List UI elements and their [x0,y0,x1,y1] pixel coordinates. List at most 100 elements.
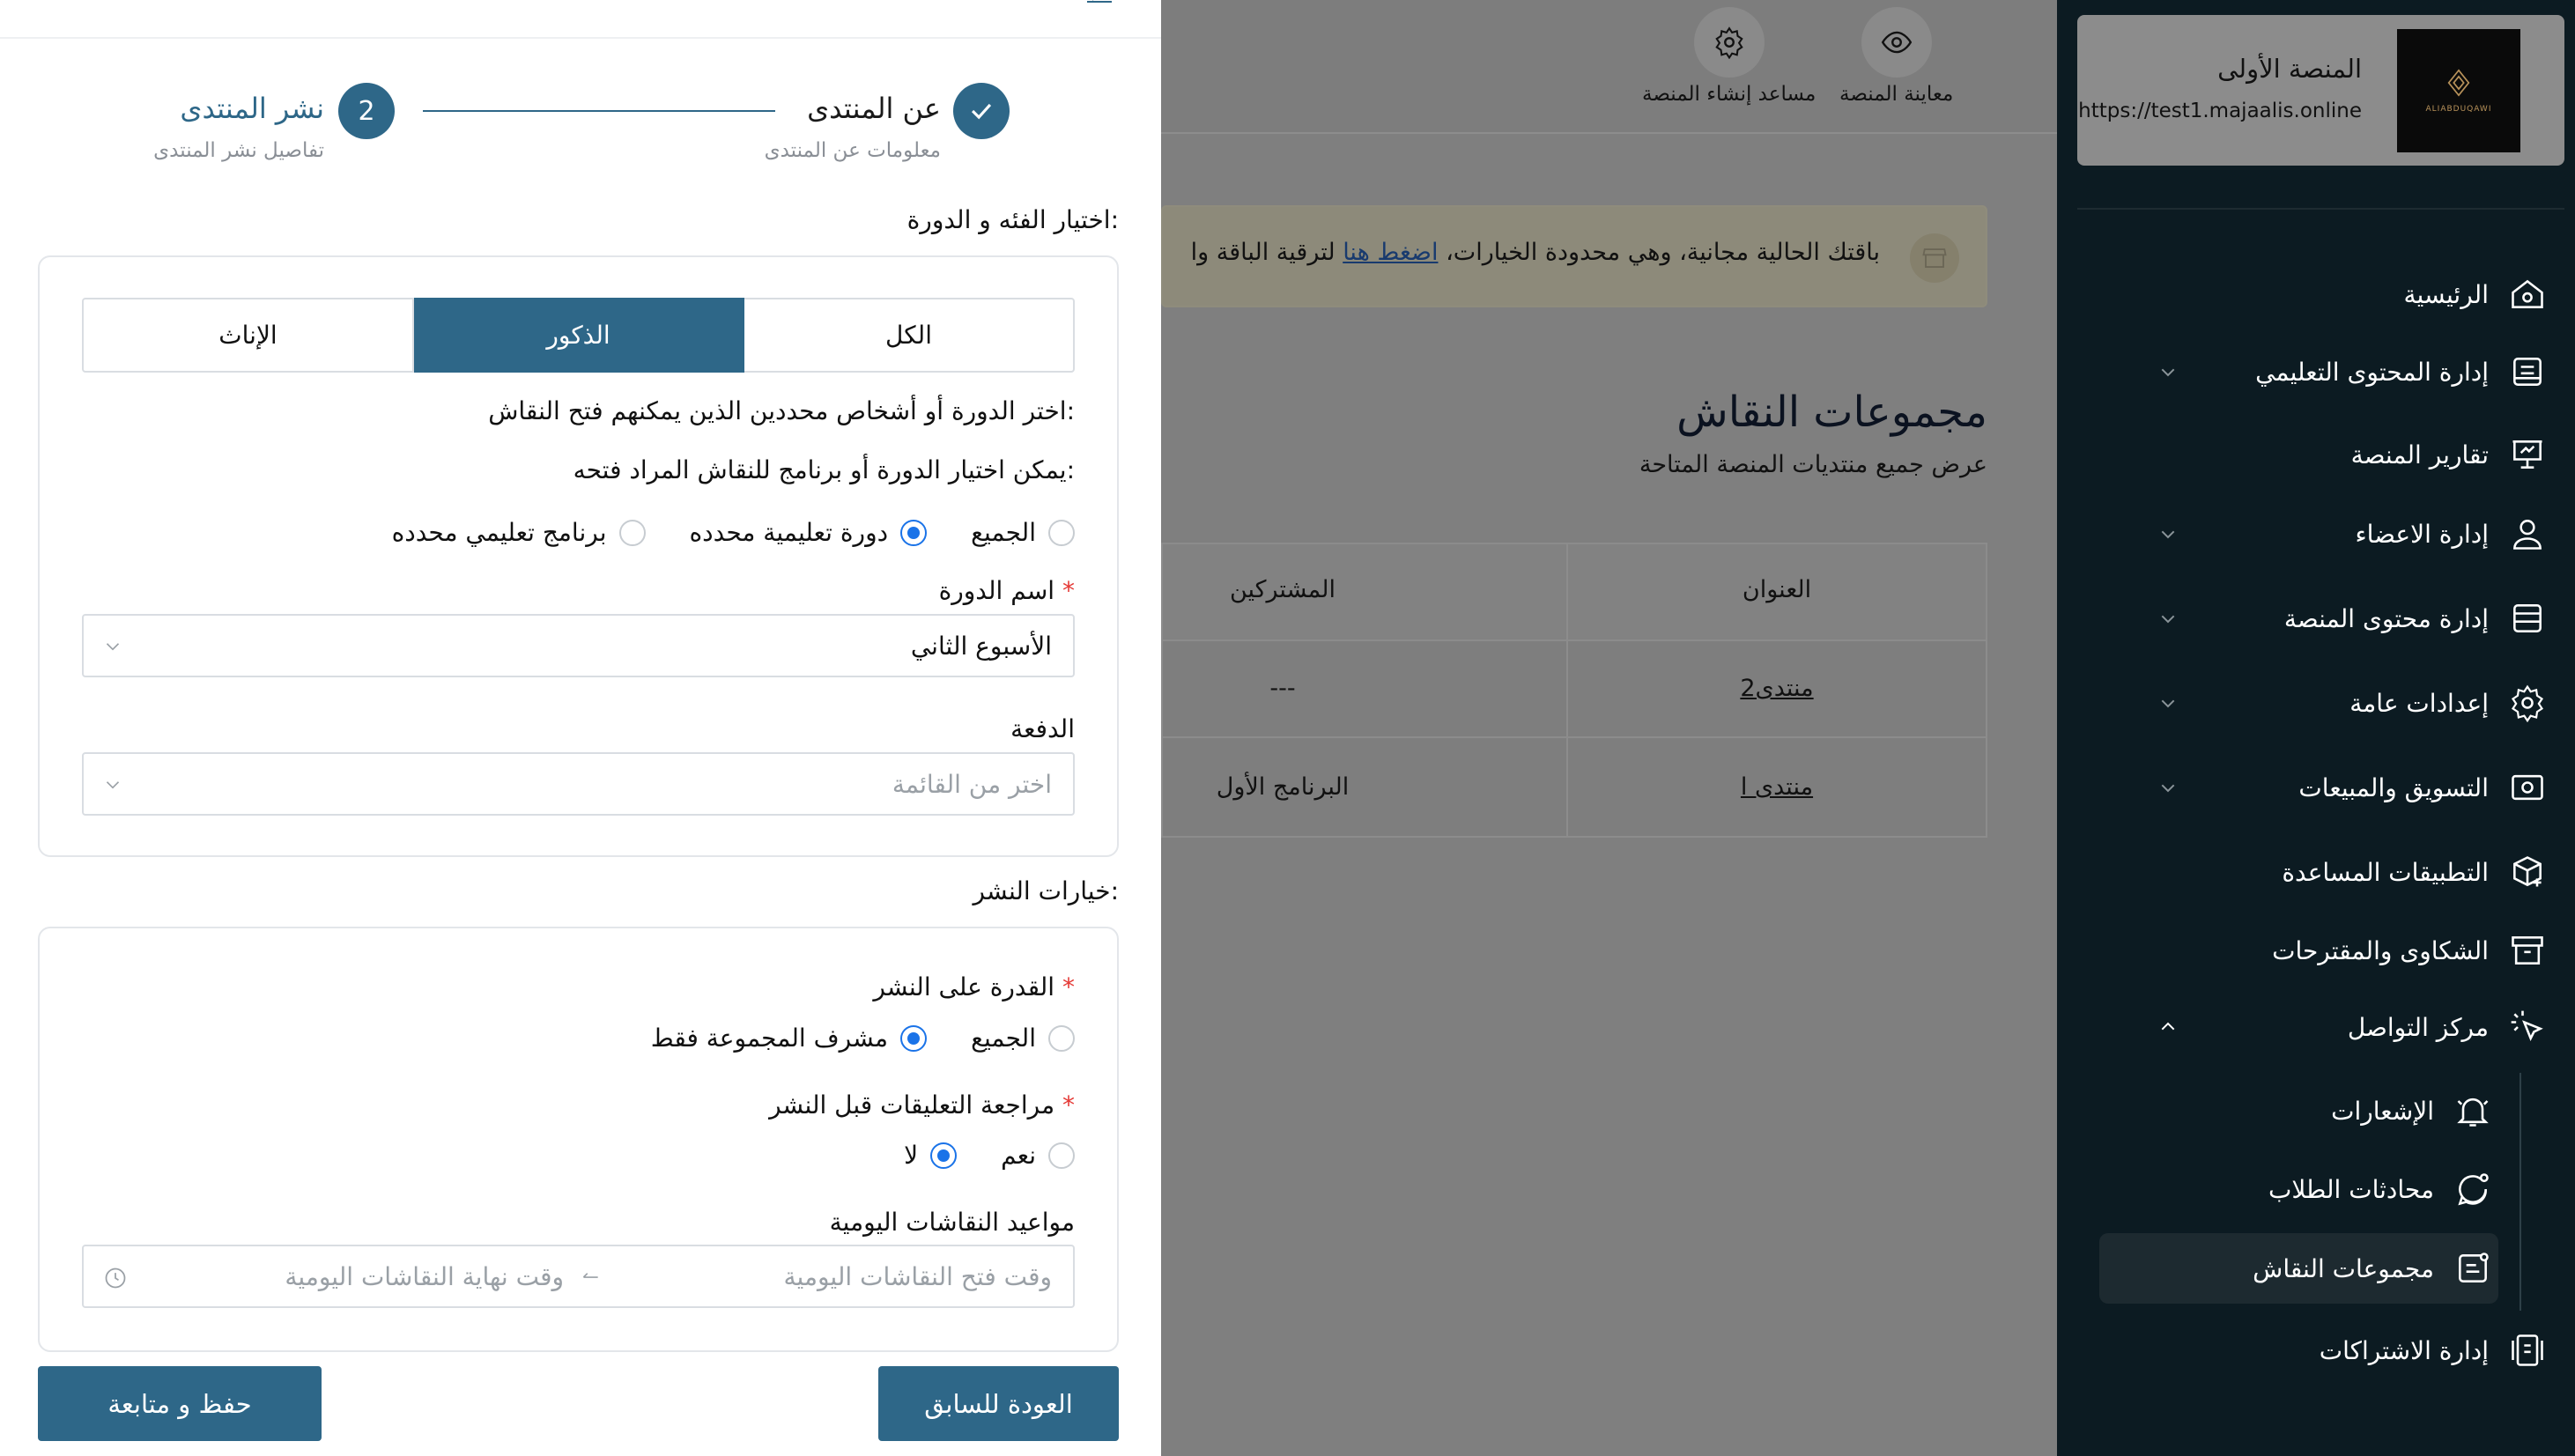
sidebar-item-notifications[interactable]: الإشعارات [2331,1084,2496,1137]
course-name-value: الأسبوع الثاني [910,632,1052,661]
review-option-1-radio[interactable] [1048,1142,1075,1169]
segment-all[interactable]: الكل [743,298,1075,373]
top-bar: معاينة المنصة مساعد إنشاء المنصة [1161,0,2114,134]
scope-option-1-radio[interactable] [1048,519,1075,546]
sidebar-item-discussion-groups[interactable]: مجموعات النقاش [2253,1242,2496,1295]
bell-icon [2450,1088,2496,1134]
scope-option-3-label: برنامج تعليمي محدده [391,518,607,547]
upgrade-link[interactable]: اضغط هنا [1343,239,1438,266]
box-plus-icon [2505,849,2550,895]
submenu-line [2520,1073,2521,1311]
brand-logo: ALIABDUQAWI [2397,29,2520,152]
sidebar-item-educational-content[interactable]: إدارة المحتوى التعليمي [2101,345,2550,398]
post-ability-option-2-radio[interactable] [900,1024,928,1052]
book-icon [2505,349,2550,395]
sidebar-item-complaints[interactable]: الشكاوى والمقترحات [2272,924,2550,977]
back-button[interactable]: العودة للسابق [878,1366,1119,1441]
user-icon [2505,511,2550,557]
platform-assistant-button[interactable]: مساعد إنشاء المنصة [1642,7,1816,106]
required-asterisk: * [1062,1090,1075,1120]
page-subtitle: عرض جميع منتديات المنصة المتاحة [1639,451,1987,478]
chevron-down-icon [2161,615,2175,624]
step-2-circle: 2 [338,83,395,139]
select-course-hint: يمكن اختيار الدورة أو برنامج للنقاش المر… [573,455,1075,484]
forum-title-link[interactable]: منتدى ا [1741,773,1813,801]
required-asterisk: * [1062,576,1075,605]
segment-male[interactable]: الذكور [412,298,744,373]
preview-platform-label: معاينة المنصة [1839,83,1954,106]
publish-options-label: خيارات النشر: [973,876,1119,905]
chevron-down-icon [106,643,120,651]
review-option-2-label: لا [904,1141,919,1170]
preview-platform-button[interactable]: معاينة المنصة [1839,7,1953,106]
drawer-header-divider [0,37,1161,39]
gear-icon [2505,680,2550,726]
chat-icon [2450,1166,2496,1212]
post-ability-option-2-label: مشرف المجموعة فقط [650,1024,889,1053]
diamond-logo-icon [2447,69,2470,97]
sidebar-item-marketing-sales[interactable]: التسويق والمبيعات [2101,761,2550,814]
sidebar-item-subscriptions[interactable]: إدارة الاشتراكات [2320,1324,2550,1377]
brand-url: https://test1.majaalis.online [2078,100,2362,122]
course-name-select[interactable]: الأسبوع الثاني [82,614,1075,677]
close-time-input[interactable]: وقت نهاية النقاشات اليومية [285,1262,564,1291]
page-title: مجموعات النقاش [1676,388,1987,437]
gear-icon [1714,26,1743,59]
forums-table: العنوان المشتركين منتدى2 --- منتدى ا الب… [1161,543,1987,838]
chevron-down-icon [106,781,120,789]
scope-option-2-radio[interactable] [900,519,928,546]
batch-select[interactable]: اختر من القائمة [82,752,1075,816]
table-header-row: العنوان المشتركين [1163,544,1986,641]
review-option-2-radio[interactable] [930,1142,958,1169]
forum-subscribers: --- [1269,675,1296,702]
sidebar-item-members[interactable]: إدارة الاعضاء [2101,507,2550,560]
brand-card[interactable]: ALIABDUQAWI المنصة الأولى https://test1.… [2077,15,2564,166]
course-name-label: اسم الدورة * [938,576,1075,605]
sidebar-item-student-chats[interactable]: محادثات الطلاب [2268,1163,2496,1216]
scope-radio-group: برنامج تعليمي محدده دورة تعليمية محدده ا… [392,518,1075,547]
scope-option-2-label: دورة تعليمية محدده [689,518,889,547]
chevron-down-icon [2161,699,2175,708]
list-icon [2505,595,2550,641]
drawer-close-icon[interactable] [1084,0,1115,9]
step-1-subtitle: معلومات عن المنتدى [764,139,941,162]
sidebar-item-general-settings[interactable]: إعدادات عامة [2101,676,2550,729]
sidebar-divider [2077,208,2564,210]
forum-title-link[interactable]: منتدى2 [1740,675,1813,702]
home-icon [2505,271,2550,317]
store-icon [1910,233,1959,283]
step-2-title: نشر المنتدى [180,92,324,125]
step-connector [423,110,775,112]
subscription-icon [2505,1327,2550,1373]
sidebar-item-reports[interactable]: تقارير المنصة [2351,428,2550,481]
post-ability-option-1-label: الجميع [971,1024,1036,1053]
forum-subscribers: البرنامج الأول [1216,773,1350,801]
column-header-title: العنوان [1742,576,1812,603]
group-chat-icon [2450,1245,2496,1291]
sidebar-item-helper-apps[interactable]: التطبيقات المساعدة [2282,846,2550,898]
eye-icon [1881,31,1912,54]
open-time-input[interactable]: وقت فتح النقاشات اليومية [784,1262,1053,1291]
clock-icon [105,1268,126,1289]
post-ability-radio-group: مشرف المجموعة فقط الجميع [651,1024,1075,1053]
table-divider [1566,544,1568,836]
post-ability-option-1-radio[interactable] [1048,1024,1075,1052]
step-1-title: عن المنتدى [807,92,941,125]
select-people-text: اختر الدورة أو أشخاص محددين الذين يمكنهم… [488,396,1075,425]
sidebar-item-platform-content[interactable]: إدارة محتوى المنصة [2101,592,2550,645]
category-section-label: اختيار الفئه و الدورة: [906,205,1119,234]
chevron-down-icon [2161,530,2175,539]
presentation-chart-icon [2505,432,2550,477]
forum-drawer: عن المنتدى معلومات عن المنتدى 2 نشر المن… [0,0,1161,1456]
segment-female[interactable]: الإناث [82,298,414,373]
table-row: منتدى ا البرنامج الأول [1163,740,1986,837]
sidebar: ALIABDUQAWI المنصة الأولى https://test1.… [2057,0,2575,1456]
brand-name: المنصة الأولى [2217,54,2362,84]
scope-option-3-radio[interactable] [618,519,646,546]
save-continue-button[interactable]: حفظ و متابعة [38,1366,322,1441]
banner-text: باقتك الحالية مجانية، وهي محدودة الخيارا… [1190,239,1880,266]
sidebar-item-home[interactable]: الرئيسية [2404,268,2550,321]
column-header-subscribers: المشتركين [1229,576,1336,603]
step-1-check [953,83,1010,139]
sidebar-item-communication-center[interactable]: مركز التواصل [2101,1001,2550,1053]
